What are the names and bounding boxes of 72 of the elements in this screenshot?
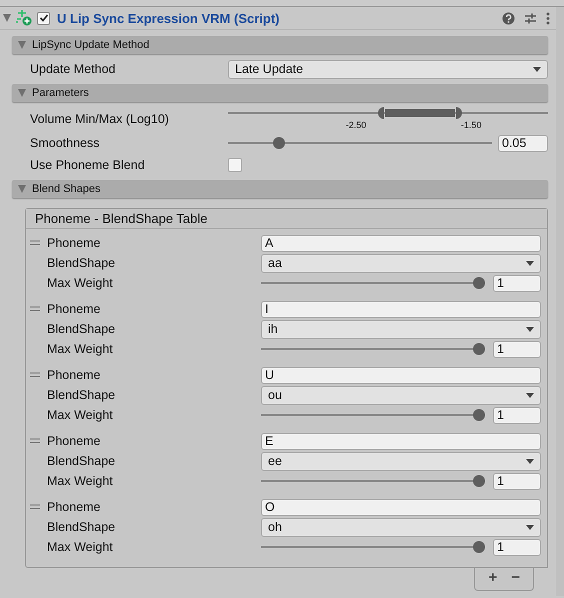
slider-thumb[interactable]	[473, 541, 485, 553]
drag-handle-icon[interactable]	[30, 438, 42, 444]
field-label: Phoneme	[47, 500, 102, 514]
section-title: Blend Shapes	[32, 183, 100, 195]
min-handle[interactable]	[378, 107, 384, 119]
script-icon	[14, 9, 34, 27]
enabled-checkbox[interactable]	[37, 12, 50, 24]
field-label: Max Weight	[47, 408, 114, 422]
foldout-arrow-icon[interactable]	[18, 41, 26, 49]
phoneme-field[interactable]: A	[261, 234, 541, 252]
blendshape-dropdown[interactable]: oh	[261, 518, 541, 536]
help-icon[interactable]	[502, 12, 515, 24]
field-label: BlendShape	[47, 322, 116, 336]
component-title: U Lip Sync Expression VRM (Script)	[57, 10, 280, 26]
phoneme-field[interactable]: O	[261, 498, 541, 516]
field-label: Smoothness	[29, 136, 100, 150]
field-label: Use Phoneme Blend	[29, 158, 146, 172]
field-label: Max Weight	[47, 540, 114, 554]
weight-field[interactable]: 1	[493, 538, 541, 556]
field-label: Update Method	[29, 62, 116, 76]
phoneme-field[interactable]: I	[261, 300, 541, 318]
phoneme-field[interactable]: E	[261, 432, 541, 450]
weight-field[interactable]: 1	[493, 406, 541, 424]
section-title: LipSync Update Method	[32, 39, 150, 51]
blendshape-dropdown[interactable]: ee	[261, 452, 541, 470]
section-header[interactable]: Parameters	[12, 84, 548, 102]
foldout-arrow-icon[interactable]	[18, 185, 26, 193]
collapse-arrow-icon[interactable]	[3, 14, 11, 22]
max-value: -1.50	[460, 120, 482, 130]
slider-thumb[interactable]	[473, 409, 485, 421]
weight-field[interactable]: 1	[493, 472, 541, 490]
field-label: BlendShape	[47, 454, 116, 468]
drag-handle-icon[interactable]	[30, 372, 42, 378]
remove-button[interactable]: −	[508, 569, 523, 586]
blendshape-dropdown[interactable]: ih	[261, 320, 541, 338]
drag-handle-icon[interactable]	[30, 504, 42, 510]
slider-thumb[interactable]	[473, 277, 485, 289]
section-header[interactable]: Blend Shapes	[12, 180, 548, 198]
field-label: Volume Min/Max (Log10)	[29, 112, 170, 126]
field-label: BlendShape	[47, 256, 116, 270]
drag-handle-icon[interactable]	[30, 306, 42, 312]
slider-thumb[interactable]	[473, 343, 485, 355]
drag-handle-icon[interactable]	[30, 240, 42, 246]
update-method-dropdown[interactable]: Late Update	[228, 60, 548, 78]
list-title: Phoneme - BlendShape Table	[26, 209, 547, 229]
field-label: Max Weight	[47, 474, 114, 488]
smoothness-field[interactable]: 0.05	[498, 134, 548, 152]
field-label: Phoneme	[47, 368, 102, 382]
field-label: Max Weight	[47, 276, 114, 290]
blendshape-dropdown[interactable]: aa	[261, 254, 541, 272]
field-label: Phoneme	[47, 434, 102, 448]
settings-icon[interactable]	[524, 12, 537, 24]
field-label: Phoneme	[47, 302, 102, 316]
slider-thumb[interactable]	[473, 475, 485, 487]
phoneme-field[interactable]: U	[261, 366, 541, 384]
add-button[interactable]: +	[485, 569, 500, 586]
field-label: Max Weight	[47, 342, 114, 356]
blendshape-dropdown[interactable]: ou	[261, 386, 541, 404]
max-handle[interactable]	[456, 107, 462, 119]
slider-thumb[interactable]	[273, 137, 286, 149]
field-label: BlendShape	[47, 520, 116, 534]
foldout-arrow-icon[interactable]	[18, 89, 26, 97]
more-icon[interactable]	[546, 12, 550, 24]
section-title: Parameters	[32, 87, 89, 99]
min-value: -2.50	[346, 120, 366, 130]
weight-field[interactable]: 1	[493, 274, 541, 292]
field-label: BlendShape	[47, 388, 116, 402]
checkbox[interactable]	[228, 158, 242, 172]
weight-field[interactable]: 1	[493, 340, 541, 358]
section-header[interactable]: LipSync Update Method	[12, 36, 548, 54]
scrollbar[interactable]	[556, 7, 564, 596]
field-label: Phoneme	[47, 236, 102, 250]
